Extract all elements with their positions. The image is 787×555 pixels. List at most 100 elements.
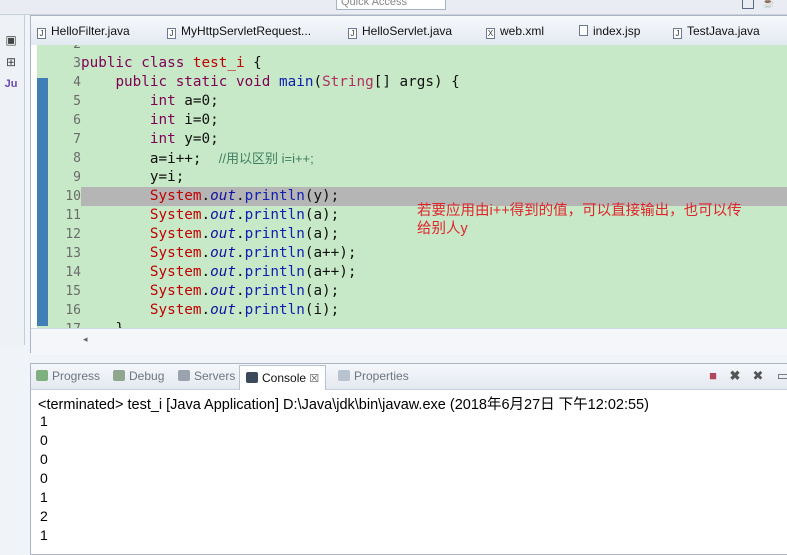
code-text-segment: (a); — [304, 283, 340, 299]
tab-debug[interactable]: Debug — [113, 368, 164, 385]
code-text-segment: [] args) { — [373, 74, 460, 90]
keyword: void — [235, 74, 271, 90]
keyword: int — [149, 131, 176, 147]
remove-all-terminated-icon[interactable]: ✖ — [751, 369, 765, 383]
code-line-3: public class test_i { — [81, 54, 787, 73]
class-name: System — [149, 207, 202, 223]
code-text[interactable]: public class test_i { public static void… — [81, 45, 787, 328]
tab-label: index.jsp — [593, 24, 641, 38]
console-output-line: 0 — [40, 451, 48, 467]
code-area[interactable]: 2 3 4 5 6 7 8 9 10 11 12 13 14 15 16 17 … — [31, 45, 787, 328]
code-comment: //用以区别 i=i++; — [218, 151, 314, 166]
code-text-segment: (a); — [304, 207, 340, 223]
console-output-line: 1 — [40, 489, 48, 505]
close-icon[interactable]: ☒ — [309, 373, 319, 385]
code-line-7: int y=0; — [81, 130, 787, 149]
tab-progress[interactable]: Progress — [36, 368, 100, 385]
code-line-9: y=i; — [81, 168, 787, 187]
code-text-segment: (a); — [304, 226, 340, 242]
scroll-left-arrow-icon[interactable]: ◂ — [83, 334, 88, 345]
java-file-icon: J — [167, 28, 176, 39]
tab-index-jsp[interactable]: index.jsp — [579, 22, 640, 40]
tab-servers[interactable]: Servers — [178, 368, 235, 385]
terminate-icon[interactable]: ■ — [706, 369, 720, 383]
horizontal-scrollbar[interactable]: ◂ — [31, 328, 787, 355]
annotation-text: 若要应用由i++得到的值，可以直接输出，也可以传给别人y — [417, 203, 742, 237]
code-editor: J HelloFilter.java J MyHttpServletRequest.… — [30, 15, 787, 355]
console-output-line: 0 — [40, 432, 48, 448]
tab-web-xml[interactable]: Xweb.xml — [486, 22, 544, 40]
keyword: static — [175, 74, 228, 90]
console-view: Progress Debug Servers Console ☒ Propert… — [30, 363, 787, 555]
field-name: out — [210, 226, 236, 242]
code-text-segment: i=0; — [175, 112, 219, 128]
method-name: println — [244, 188, 305, 204]
tab-helloservlet[interactable]: J HelloServlet.java — [348, 22, 452, 40]
tab-myhttpservletrequest[interactable]: J MyHttpServletRequest... — [167, 22, 311, 40]
code-line-14: System.out.println(a++); — [149, 264, 357, 280]
code-line-8: a=i++; //用以区别 i=i++; — [81, 149, 787, 168]
keyword: public — [115, 74, 168, 90]
line-number: 15 — [65, 284, 81, 299]
tab-label: web.xml — [500, 24, 545, 38]
tab-label: Debug — [129, 369, 165, 383]
method-name: println — [244, 264, 305, 280]
line-number: 12 — [65, 227, 81, 242]
line-number: 7 — [73, 132, 81, 147]
method-name: println — [244, 283, 305, 299]
console-output-line: 1 — [40, 527, 48, 543]
class-name: System — [149, 283, 202, 299]
console-output-line: 2 — [40, 508, 48, 524]
line-number: 6 — [73, 113, 81, 128]
code-line-5: int a=0; — [81, 92, 787, 111]
tab-label: HelloServlet.java — [362, 24, 453, 38]
field-name: out — [210, 245, 236, 261]
java-file-icon: J — [673, 28, 682, 39]
code-text-segment: a=i++; — [149, 151, 202, 167]
field-name: out — [210, 283, 236, 299]
keyword: int — [149, 112, 176, 128]
keyword: public — [81, 55, 133, 71]
line-number: 13 — [65, 246, 81, 261]
editor-tab-bar: J HelloFilter.java J MyHttpServletRequest.… — [31, 16, 787, 46]
servers-icon — [178, 370, 190, 381]
code-text-segment: (a++); — [304, 264, 357, 280]
tab-label: HelloFilter.java — [51, 24, 130, 38]
console-process-title: <terminated> test_i [Java Application] D… — [38, 397, 649, 413]
tab-properties[interactable]: Properties — [338, 368, 409, 385]
restore-icon[interactable]: ▣ — [2, 31, 20, 49]
jsp-file-icon — [579, 25, 588, 36]
keyword: int — [149, 93, 176, 109]
remove-launch-icon[interactable]: ✖ — [728, 369, 742, 383]
field-name: out — [210, 188, 236, 204]
code-line-16: System.out.println(i); — [149, 302, 340, 318]
class-name: System — [149, 245, 202, 261]
java-file-icon: J — [348, 28, 357, 39]
tab-label: TestJava.java — [687, 24, 760, 38]
outline-icon[interactable]: ⊞ — [2, 53, 20, 71]
java-perspective-icon[interactable]: ☕ — [762, 0, 787, 10]
tab-console[interactable]: Console ☒ — [239, 365, 327, 390]
tab-label: Servers — [194, 369, 236, 383]
quick-access-input[interactable]: Quick Access — [336, 0, 446, 10]
code-text-segment: y=0; — [175, 131, 219, 147]
tab-label: Progress — [52, 369, 101, 383]
fold-marker — [37, 78, 48, 326]
method-name: println — [244, 245, 305, 261]
method-name: main — [279, 74, 314, 90]
view-menu-icon[interactable]: ▭ — [776, 369, 787, 383]
open-perspective-icon[interactable] — [742, 0, 754, 9]
junit-icon[interactable]: Ju — [2, 75, 20, 93]
tab-hellofilter[interactable]: J HelloFilter.java — [37, 22, 130, 40]
code-text-segment: ( — [313, 74, 323, 90]
code-text-segment: } — [115, 321, 124, 328]
keyword: class — [141, 55, 185, 71]
code-text-segment: { — [244, 55, 262, 71]
line-number: 17 — [48, 320, 81, 328]
left-trim-bar: ▣ ⊞ Ju — [0, 15, 25, 345]
console-output-line: 0 — [40, 470, 48, 486]
field-name: out — [210, 207, 236, 223]
tab-testjava[interactable]: J TestJava.java — [673, 22, 760, 40]
code-text-segment: (y); — [304, 188, 340, 204]
console-tab-bar: Progress Debug Servers Console ☒ Propert… — [31, 364, 787, 390]
